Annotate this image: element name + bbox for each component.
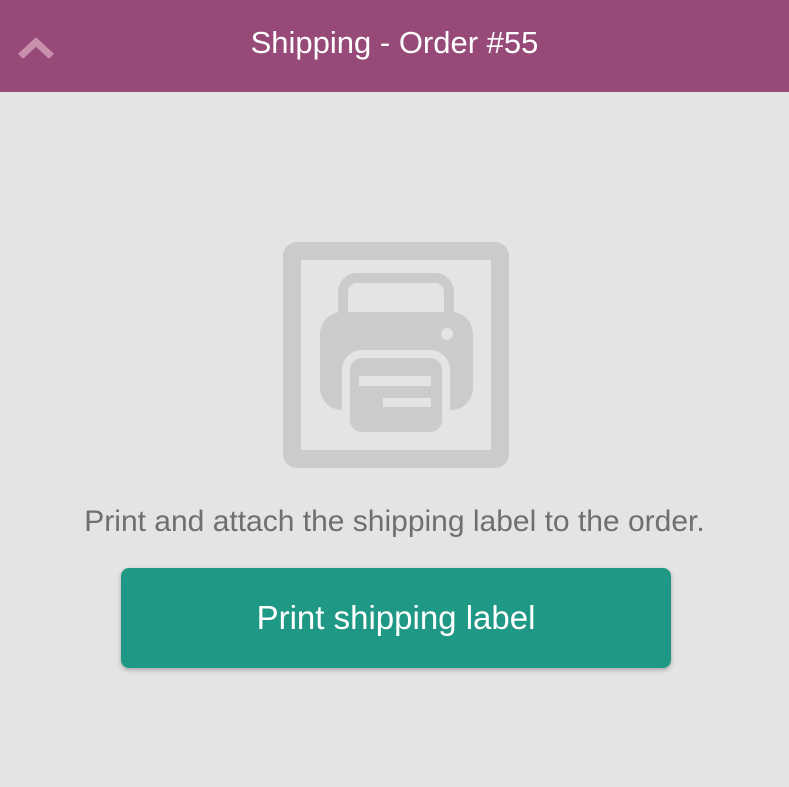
page-title: Shipping - Order #55 xyxy=(250,25,539,60)
printer-illustration xyxy=(283,242,509,468)
instruction-text: Print and attach the shipping label to t… xyxy=(84,505,705,538)
top-bar: Shipping - Order #55 xyxy=(0,0,789,92)
print-shipping-label-button[interactable]: Print shipping label xyxy=(121,568,671,668)
printer-icon xyxy=(283,242,509,468)
